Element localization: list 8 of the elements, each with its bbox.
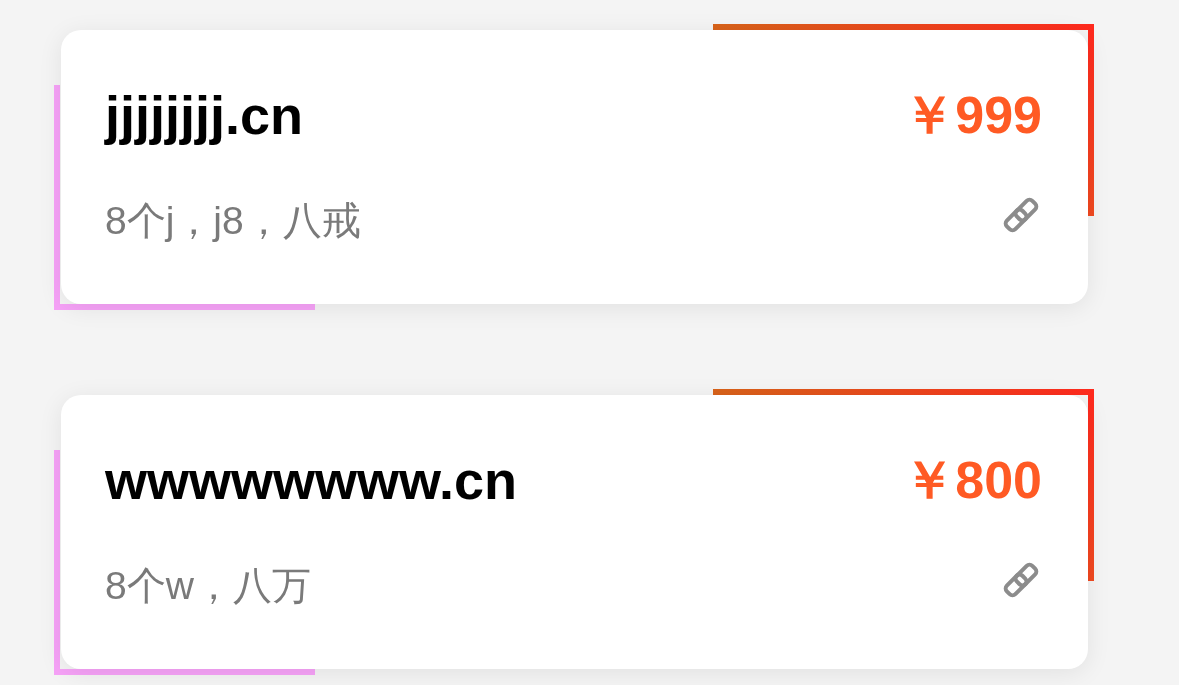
domain-name: jjjjjjjj.cn [105,85,305,145]
domain-card[interactable]: wwwwwwww.cn 8个w，八万 ￥800 [61,395,1088,669]
domain-description: 8个w，八万 [105,563,312,609]
domain-name: wwwwwwww.cn [105,450,518,510]
price: ￥800 [903,450,1042,510]
price: ￥999 [903,85,1042,145]
domain-card[interactable]: jjjjjjjj.cn 8个j，j8，八戒 ￥999 [61,30,1088,304]
domain-description: 8个j，j8，八戒 [105,198,361,244]
